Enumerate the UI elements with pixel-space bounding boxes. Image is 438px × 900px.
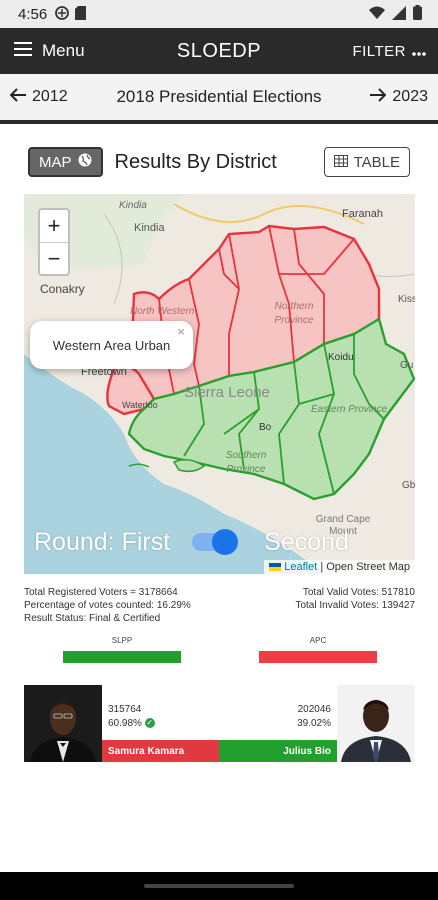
next-year: 2023 [392, 88, 428, 105]
map-label-sierra-leone: Sierra Leone [184, 384, 270, 401]
arrow-right-icon [370, 87, 387, 107]
popup-district-name: Western Area Urban [52, 337, 171, 353]
map-label-kissi: Kiss [398, 294, 415, 305]
round-selector: Round: First Second [34, 522, 406, 562]
candidate-name: Julius Bio [283, 745, 331, 757]
battery-icon [413, 5, 422, 23]
previous-year: 2012 [32, 88, 68, 105]
candidate-votes: 315764 [108, 704, 142, 715]
party-apc-name: APC [309, 636, 327, 645]
status-bar: 4:56 [0, 0, 438, 28]
map-label-koidu: Koidu [328, 352, 354, 363]
table-icon [333, 154, 348, 171]
candidate-results: 315764 60.98% ✓ Samura Kamara Julius Bio… [24, 685, 415, 762]
ukraine-flag-icon [269, 563, 282, 572]
round-second-label: Second [264, 527, 349, 556]
map-label-kindia-top: Kindia [119, 200, 147, 211]
vpn-icon [55, 5, 70, 23]
map-attribution: Leaflet | Open Street Map [264, 560, 415, 574]
more-icon [412, 43, 426, 60]
candidate-photo-samura-kamara [24, 685, 102, 762]
map-label-conakry: Conakry [40, 282, 85, 296]
map-label-waterloo: Waterloo [122, 400, 158, 410]
map-view-button[interactable]: MAP [28, 147, 103, 177]
system-navigation-bar [0, 872, 438, 900]
map-label-southern-province: Southern Province [225, 450, 267, 475]
candidate-info-julius-bio: 202046 39.02% [297, 703, 331, 731]
party-apc: APC [259, 636, 377, 663]
election-nav: 2012 2018 Presidential Elections 2023 [0, 74, 438, 124]
map-label-faranah: Faranah [342, 208, 383, 220]
total-valid-votes: Total Valid Votes: 517810 [302, 587, 415, 598]
candidate-percent: 60.98% [108, 718, 142, 729]
party-slpp-color-bar [63, 651, 181, 663]
total-invalid-votes: Total Invalid Votes: 139427 [295, 600, 415, 611]
map-view-label: MAP [39, 153, 72, 171]
map-label-north-western: North Western [130, 306, 195, 317]
winner-check-icon: ✓ [144, 718, 155, 729]
osm-attribution: | Open Street Map [320, 561, 410, 573]
map-label-kindia: Kindia [134, 222, 165, 234]
map-label-bo: Bo [259, 422, 272, 433]
menu-label: Menu [42, 41, 85, 60]
map-label-northern-province: Northern Province [274, 301, 314, 326]
candidate-info-samura-kamara: 315764 60.98% ✓ [108, 703, 155, 731]
home-gesture-handle[interactable] [144, 884, 294, 888]
filter-label: FILTER [352, 42, 406, 60]
hamburger-icon [14, 41, 32, 61]
signal-icon [392, 5, 406, 23]
menu-button[interactable]: Menu [14, 41, 85, 61]
map-label-gb: Gb [402, 480, 415, 491]
district-results-map[interactable]: Kindia Kindia Conakry Faranah Kiss North… [24, 194, 415, 574]
table-view-label: TABLE [353, 153, 400, 171]
candidate-name-bar-samura-kamara: Samura Kamara [102, 740, 219, 762]
district-popup: Western Area Urban × [30, 321, 193, 369]
party-slpp: SLPP [63, 636, 181, 663]
globe-icon [78, 153, 92, 171]
result-status: Result Status: Final & Certified [24, 613, 161, 624]
results-title: Results By District [114, 150, 277, 173]
candidate-name: Samura Kamara [108, 745, 185, 757]
candidate-percent: 39.02% [297, 718, 331, 729]
candidate-votes: 202046 [297, 704, 331, 715]
results-heading: MAP Results By District TABLE [28, 146, 410, 178]
sd-card-icon [75, 5, 87, 23]
map-label-gu: Gu [400, 360, 414, 371]
zoom-control: + − [38, 208, 70, 276]
party-slpp-name: SLPP [111, 636, 133, 645]
app-bar: Menu SLOEDP FILTER [0, 28, 438, 74]
leaflet-link[interactable]: Leaflet [284, 561, 317, 573]
candidate-photo-julius-bio [337, 685, 415, 762]
table-view-button[interactable]: TABLE [323, 147, 410, 177]
candidate-name-bar-julius-bio: Julius Bio [219, 740, 337, 762]
percentage-counted: Percentage of votes counted: 16.29% [24, 600, 191, 611]
status-time: 4:56 [18, 5, 48, 23]
filter-button[interactable]: FILTER [352, 43, 426, 60]
arrow-left-icon [9, 87, 26, 107]
popup-close-button[interactable]: × [177, 324, 185, 339]
round-toggle-switch[interactable] [192, 529, 239, 555]
next-election-button[interactable]: 2023 [370, 87, 428, 107]
registered-voters: Total Registered Voters = 3178664 [24, 587, 178, 598]
party-apc-color-bar [259, 651, 377, 663]
party-legend: SLPP APC [24, 636, 415, 666]
round-first-label: Round: First [34, 527, 171, 556]
wifi-icon [369, 6, 385, 22]
previous-election-button[interactable]: 2012 [9, 87, 68, 107]
zoom-out-button[interactable]: − [40, 242, 68, 274]
map-label-eastern-province: Eastern Province [311, 404, 388, 415]
toggle-knob [212, 529, 239, 555]
zoom-in-button[interactable]: + [40, 210, 68, 242]
